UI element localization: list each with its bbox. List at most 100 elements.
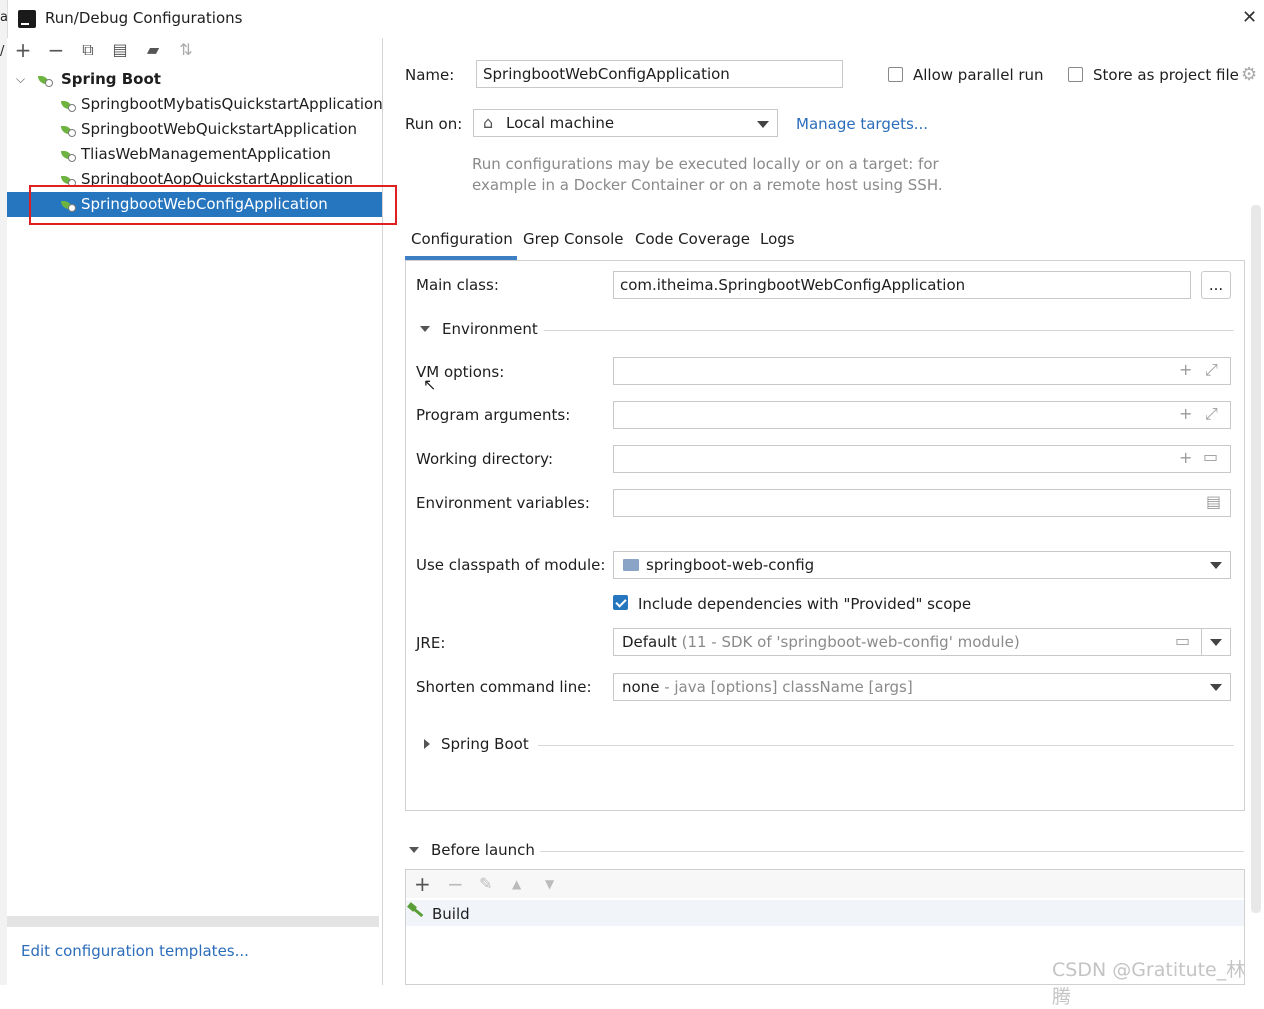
classpath-module-label: Use classpath of module:: [416, 556, 606, 574]
environment-variables-label: Environment variables:: [416, 494, 590, 512]
jre-detail: (11 - SDK of 'springboot-web-config' mod…: [681, 633, 1020, 651]
environment-variables-input[interactable]: [613, 489, 1231, 517]
main-class-input[interactable]: com.itheima.SpringbootWebConfigApplicati…: [613, 271, 1191, 299]
tab-grep-console[interactable]: Grep Console: [523, 230, 624, 248]
classpath-module-value: springboot-web-config: [646, 556, 815, 574]
tree-item[interactable]: TliasWebManagementApplication: [7, 142, 382, 167]
before-launch-label: Before launch: [431, 841, 535, 859]
expand-icon[interactable]: ⤢: [1205, 360, 1218, 380]
browse-main-class-button[interactable]: ...: [1201, 271, 1231, 299]
add-task-icon[interactable]: +: [414, 872, 431, 896]
name-input[interactable]: SpringbootWebConfigApplication: [476, 60, 843, 88]
tree-item[interactable]: SpringbootMybatisQuickstartApplication: [7, 92, 383, 117]
section-divider: [544, 330, 1234, 331]
shorten-detail: - java [options] className [args]: [664, 678, 913, 696]
working-directory-input[interactable]: [613, 445, 1231, 473]
move-up-icon[interactable]: ▲: [512, 877, 521, 891]
shorten-command-line-dropdown[interactable]: none - java [options] className [args]: [613, 673, 1231, 701]
section-divider: [540, 851, 1244, 852]
spring-boot-app-icon: [61, 124, 76, 137]
expand-icon[interactable]: ⤢: [1205, 404, 1218, 424]
include-dependencies-label: Include dependencies with "Provided" sco…: [638, 595, 972, 613]
move-to-folder-icon[interactable]: ▰: [143, 40, 163, 60]
save-configuration-icon[interactable]: ▤: [110, 40, 130, 60]
configuration-panel: [405, 260, 1245, 811]
document-icon[interactable]: ▤: [1206, 492, 1221, 511]
expand-spring-boot-icon[interactable]: [424, 739, 430, 749]
before-launch-toolbar: [406, 870, 1244, 898]
chevron-down-icon[interactable]: ⌵: [16, 67, 25, 92]
spring-boot-app-icon: [61, 149, 76, 162]
collapse-before-launch-icon[interactable]: [409, 847, 419, 853]
run-on-dropdown[interactable]: Local machine: [473, 109, 778, 137]
run-on-label: Run on:: [405, 115, 463, 133]
tab-configuration[interactable]: Configuration: [411, 230, 513, 248]
chevron-down-icon[interactable]: [1210, 562, 1222, 569]
highlight-annotation-box: [29, 185, 397, 225]
vm-options-input[interactable]: [613, 357, 1231, 385]
mouse-cursor-icon: ↖: [423, 375, 437, 394]
close-icon[interactable]: ✕: [1242, 7, 1257, 28]
run-on-hint-line2: example in a Docker Container or on a re…: [472, 176, 943, 194]
include-dependencies-checkbox[interactable]: [613, 595, 628, 610]
chevron-down-icon[interactable]: [1210, 684, 1222, 691]
gear-icon[interactable]: ⚙: [1241, 64, 1257, 85]
working-directory-label: Working directory:: [416, 450, 554, 468]
collapse-environment-icon[interactable]: [420, 326, 430, 332]
tree-item-label: TliasWebManagementApplication: [81, 145, 331, 163]
before-launch-task-label: Build: [432, 905, 470, 923]
classpath-module-dropdown[interactable]: springboot-web-config: [613, 551, 1231, 579]
chevron-down-icon[interactable]: [757, 121, 769, 128]
spring-boot-app-icon: [61, 99, 76, 112]
store-project-file-label: Store as project file: [1093, 66, 1239, 84]
hammer-icon: [407, 902, 424, 920]
horizontal-scrollbar[interactable]: [7, 916, 379, 927]
copy-configuration-icon[interactable]: ⧉: [78, 40, 98, 60]
intellij-app-icon: [16, 8, 38, 30]
run-on-value: Local machine: [506, 114, 615, 132]
move-down-icon[interactable]: ▼: [545, 877, 554, 891]
module-icon: [623, 559, 639, 571]
tab-logs[interactable]: Logs: [760, 230, 795, 248]
jre-dropdown[interactable]: Default (11 - SDK of 'springboot-web-con…: [613, 628, 1231, 656]
tab-code-coverage[interactable]: Code Coverage: [635, 230, 750, 248]
run-on-hint-line1: Run configurations may be executed local…: [472, 155, 939, 173]
folder-icon[interactable]: ▭: [1175, 631, 1190, 650]
add-configuration-icon[interactable]: +: [13, 40, 33, 60]
dropdown-separator: [1201, 629, 1202, 655]
name-label: Name:: [405, 66, 455, 84]
allow-parallel-checkbox[interactable]: [888, 67, 903, 82]
edit-task-icon[interactable]: ✎: [479, 874, 492, 893]
shorten-value: none: [622, 678, 660, 696]
remove-configuration-icon[interactable]: −: [46, 40, 66, 60]
main-class-label: Main class:: [416, 276, 499, 294]
program-arguments-label: Program arguments:: [416, 406, 571, 424]
plus-icon[interactable]: +: [1179, 448, 1192, 467]
manage-targets-link[interactable]: Manage targets...: [796, 115, 928, 133]
jre-value: Default: [622, 633, 677, 651]
program-arguments-input[interactable]: [613, 401, 1231, 429]
section-divider: [538, 745, 1234, 746]
edge-char: /: [0, 44, 5, 59]
chevron-down-icon[interactable]: [1210, 639, 1222, 646]
store-project-file-checkbox[interactable]: [1068, 67, 1083, 82]
plus-icon[interactable]: +: [1179, 404, 1192, 423]
before-launch-task-row[interactable]: [406, 900, 1244, 926]
vertical-scrollbar[interactable]: [1251, 205, 1261, 913]
tree-item-label: SpringbootMybatisQuickstartApplication: [81, 95, 383, 113]
spring-boot-icon: [38, 74, 53, 87]
home-icon: ⌂: [483, 113, 494, 132]
allow-parallel-label: Allow parallel run: [913, 66, 1044, 84]
tree-group-spring-boot[interactable]: ⌵ Spring Boot: [7, 67, 382, 92]
edit-templates-link[interactable]: Edit configuration templates...: [21, 942, 249, 960]
remove-task-icon[interactable]: −: [447, 872, 464, 896]
tree-group-label: Spring Boot: [61, 70, 161, 88]
tree-item[interactable]: SpringbootWebQuickstartApplication: [7, 117, 382, 142]
plus-icon[interactable]: +: [1179, 360, 1192, 379]
sort-configurations-icon[interactable]: ⇅: [176, 40, 196, 60]
environment-section-label: Environment: [442, 320, 538, 338]
watermark: CSDN @Gratitute_林腾: [1052, 959, 1246, 1008]
shorten-command-line-label: Shorten command line:: [416, 678, 592, 696]
folder-icon[interactable]: ▭: [1203, 447, 1218, 466]
edge-char: a: [0, 10, 8, 25]
